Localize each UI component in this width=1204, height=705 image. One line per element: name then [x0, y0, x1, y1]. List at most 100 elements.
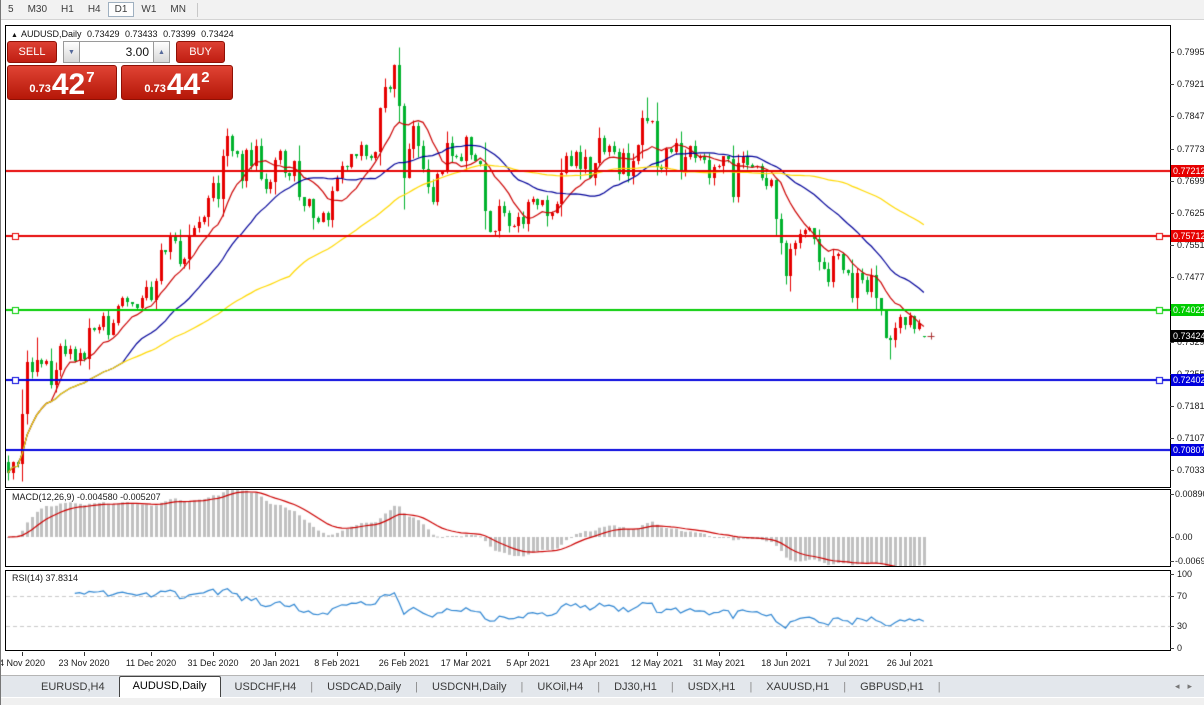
- volume-increase-button[interactable]: ▲: [153, 41, 170, 63]
- date-axis-tick: [275, 652, 276, 656]
- price-axis-label: 0.76990: [1177, 175, 1204, 186]
- date-axis-label: 12 May 2021: [630, 658, 684, 668]
- rsi-axis-label: 70: [1177, 591, 1188, 602]
- date-axis-tick: [404, 652, 405, 656]
- timeframe-toolbar: 5 M30 H1 H4 D1 W1 MN: [1, 0, 1204, 20]
- sell-price-big: 42: [51, 68, 86, 101]
- buy-price-prefix: 0.73: [144, 83, 166, 95]
- price-axis-label: 0.70330: [1177, 465, 1204, 476]
- status-strip: [1, 697, 1204, 705]
- rsi-panel[interactable]: RSI(14) 37.8314: [5, 570, 1171, 651]
- tab-separator: |: [937, 681, 941, 693]
- price-axis-label: 0.71810: [1177, 401, 1204, 412]
- rsi-label: RSI(14) 37.8314: [12, 573, 79, 583]
- sell-button[interactable]: SELL: [7, 41, 57, 63]
- price-line-badge[interactable]: 0.74022: [1171, 304, 1204, 316]
- price-line-badge[interactable]: 0.77212: [1171, 165, 1204, 177]
- chart-tab-eurusd[interactable]: EURUSD,H4: [27, 678, 119, 697]
- sell-price-pip: 7: [86, 69, 95, 86]
- collapse-triangle-icon[interactable]: ▲: [11, 32, 18, 39]
- timeframe-button-mn[interactable]: MN: [163, 2, 193, 17]
- tab-scroll-arrows[interactable]: ◂▸: [1175, 681, 1200, 692]
- chart-tab-xauusd[interactable]: XAUUSD,H1: [752, 678, 843, 697]
- chart-tab-bar: EURUSD,H4 AUDUSD,Daily USDCHF,H4 | USDCAD,Da…: [1, 675, 1204, 697]
- chart-tab-audusd[interactable]: AUDUSD,Daily: [118, 676, 221, 697]
- date-axis-label: 7 Jul 2021: [827, 658, 869, 668]
- price-line-badge[interactable]: 0.75712: [1171, 230, 1204, 242]
- mt4-window: 5 M30 H1 H4 D1 W1 MN ▲ AUDUSD,Daily 0.73429 0.7…: [0, 0, 1204, 705]
- chart-tab-usdcad[interactable]: USDCAD,Daily: [313, 678, 415, 697]
- chart-tab-usdchf[interactable]: USDCHF,H4: [221, 678, 311, 697]
- price-axis-label: 0.78470: [1177, 111, 1204, 122]
- timeframe-button-h1[interactable]: H1: [54, 2, 81, 17]
- date-axis-label: 8 Feb 2021: [314, 658, 360, 668]
- rsi-axis-tick: [1170, 574, 1174, 575]
- date-axis-tick: [910, 652, 911, 656]
- price-axis-label: 0.79210: [1177, 79, 1204, 90]
- rsi-axis-label: 30: [1177, 620, 1188, 631]
- date-axis-tick: [151, 652, 152, 656]
- buy-button[interactable]: BUY: [176, 41, 225, 63]
- quote-low: 0.73399: [163, 29, 196, 39]
- quote-open: 0.73429: [86, 29, 120, 39]
- date-axis-label: 31 May 2021: [692, 658, 746, 668]
- price-axis-tick: [1170, 84, 1174, 85]
- macd-axis-tick: [1170, 561, 1174, 562]
- date-axis[interactable]: 4 Nov 2020 23 Nov 2020 11 Dec 2020 31 Dec 2…: [1, 652, 1171, 674]
- macd-canvas: [6, 490, 1170, 566]
- price-axis-tick: [1170, 181, 1174, 182]
- date-axis-label: 23 Nov 2020: [58, 658, 110, 668]
- date-axis-label: 31 Dec 2020: [187, 658, 239, 668]
- date-axis-tick: [337, 652, 338, 656]
- date-axis-tick: [22, 652, 23, 656]
- price-axis-tick: [1170, 52, 1174, 53]
- date-axis-label: 17 Mar 2021: [440, 658, 492, 668]
- macd-panel[interactable]: MACD(12,26,9) -0.004580 -0.005207: [5, 489, 1171, 567]
- chart-tab-usdx[interactable]: USDX,H1: [674, 678, 750, 697]
- price-axis-label: 0.79950: [1177, 47, 1204, 57]
- macd-axis-tick: [1170, 494, 1174, 495]
- date-axis-tick: [657, 652, 658, 656]
- price-line-badge[interactable]: 0.72402: [1171, 374, 1204, 386]
- rsi-axis-tick: [1170, 626, 1174, 627]
- date-axis-tick: [595, 652, 596, 656]
- rsi-axis-label: 0: [1177, 643, 1183, 653]
- rsi-axis-tick: [1170, 596, 1174, 597]
- timeframe-button-5[interactable]: 5: [1, 2, 21, 17]
- date-axis-tick: [466, 652, 467, 656]
- scroll-right-icon: ▸: [1187, 681, 1200, 691]
- buy-price-display[interactable]: 0.73 44 2: [121, 65, 233, 100]
- macd-axis-label: 0.00890: [1175, 489, 1204, 500]
- chart-tab-dj30[interactable]: DJ30,H1: [600, 678, 671, 697]
- rsi-axis-label: 100: [1177, 569, 1193, 579]
- toolbar-separator: [196, 2, 198, 17]
- price-axis-tick: [1170, 438, 1174, 439]
- sell-price-display[interactable]: 0.73 42 7: [7, 65, 117, 100]
- timeframe-button-d1[interactable]: D1: [107, 2, 135, 17]
- volume-input[interactable]: [80, 41, 153, 63]
- price-axis-tick: [1170, 277, 1174, 278]
- timeframe-button-w1[interactable]: W1: [134, 2, 163, 17]
- quote-symbol: AUDUSD,Daily: [20, 29, 82, 39]
- quote-line: ▲ AUDUSD,Daily 0.73429 0.73433 0.73399 0.…: [11, 29, 237, 39]
- chart-tab-ukoil[interactable]: UKOil,H4: [523, 678, 597, 697]
- chart-tab-gbpusd[interactable]: GBPUSD,H1: [846, 678, 938, 697]
- quote-close: 0.73424: [201, 29, 234, 39]
- volume-decrease-button[interactable]: ▼: [63, 41, 80, 63]
- date-axis-label: 26 Jul 2021: [886, 658, 934, 668]
- sell-price-prefix: 0.73: [29, 83, 51, 95]
- macd-axis-label: -0.00697: [1175, 556, 1204, 566]
- date-axis-tick: [528, 652, 529, 656]
- price-line-badge[interactable]: 0.70807: [1171, 444, 1204, 456]
- macd-axis-tick: [1170, 537, 1174, 538]
- timeframe-button-m30[interactable]: M30: [21, 2, 54, 17]
- price-axis-tick: [1170, 245, 1174, 246]
- price-axis-label: 0.76250: [1177, 207, 1204, 218]
- date-axis-label: 5 Apr 2021: [506, 658, 550, 668]
- buy-price-pip: 2: [201, 69, 210, 86]
- rsi-axis-tick: [1170, 648, 1174, 649]
- date-axis-label: 26 Feb 2021: [378, 658, 430, 668]
- price-axis-tick: [1170, 342, 1174, 343]
- timeframe-button-h4[interactable]: H4: [81, 2, 108, 17]
- chart-tab-usdcnh[interactable]: USDCNH,Daily: [418, 678, 521, 697]
